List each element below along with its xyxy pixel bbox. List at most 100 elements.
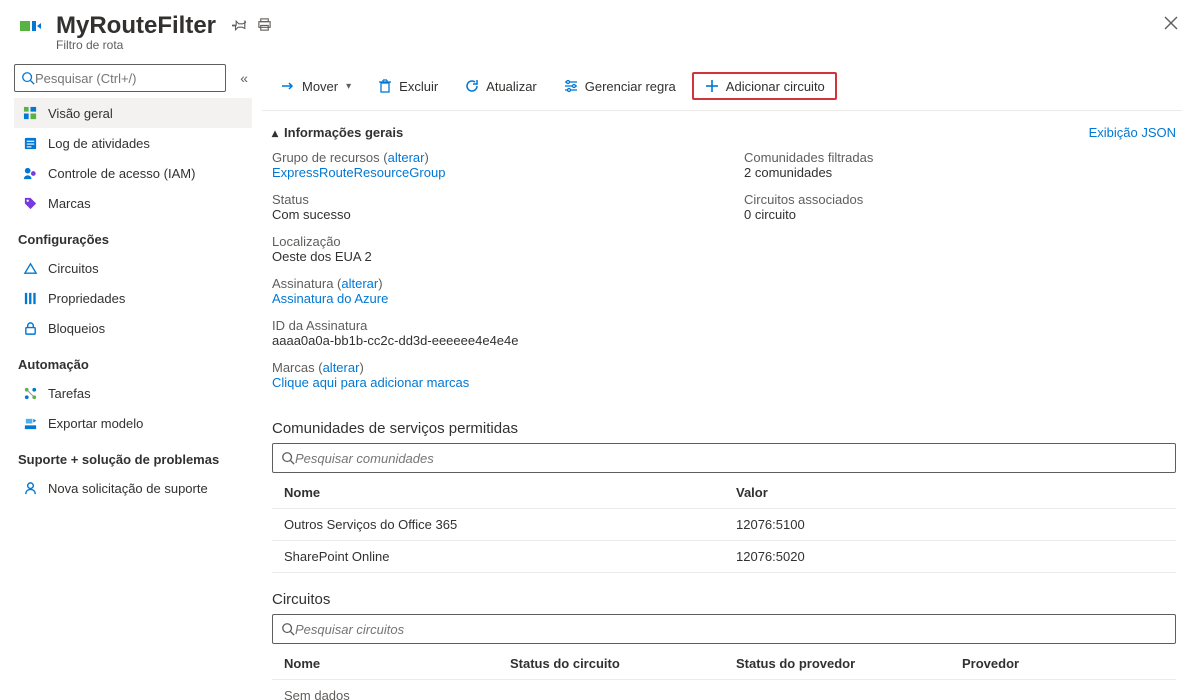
location-label: Localização (272, 234, 704, 249)
rg-value[interactable]: ExpressRouteResourceGroup (272, 165, 445, 180)
toolbar: Mover ▾ Excluir Atualizar Gerenciar regr… (262, 56, 1182, 111)
page-title: MyRouteFilter (56, 12, 216, 40)
chevron-up-icon: ▴ (272, 126, 278, 140)
sidebar-item-properties[interactable]: Propriedades (14, 283, 252, 313)
communities-value: 2 comunidades (744, 165, 1176, 180)
table-row[interactable]: Outros Serviços do Office 365 12076:5100 (272, 509, 1176, 541)
tag-icon (22, 195, 38, 211)
circuits-search-input[interactable] (295, 622, 1167, 637)
communities-col-value[interactable]: Valor (724, 477, 1176, 508)
community-name: Outros Serviços do Office 365 (272, 509, 724, 540)
subscription-label: Assinatura (alterar) (272, 276, 704, 291)
refresh-button[interactable]: Atualizar (454, 74, 547, 98)
sidebar-item-new-support-request[interactable]: Nova solicitação de suporte (14, 473, 252, 503)
sliders-icon (563, 78, 579, 94)
subscription-id-label: ID da Assinatura (272, 318, 704, 333)
search-icon (281, 451, 295, 465)
sidebar-item-locks[interactable]: Bloqueios (14, 313, 252, 343)
status-value: Com sucesso (272, 207, 704, 222)
pin-icon[interactable] (232, 17, 247, 35)
sub-change-link[interactable]: alterar (341, 276, 378, 291)
toolbar-label: Adicionar circuito (726, 79, 825, 94)
toolbar-label: Atualizar (486, 79, 537, 94)
tasks-icon (22, 385, 38, 401)
essentials-header[interactable]: ▴ Informações gerais Exibição JSON (272, 121, 1176, 150)
essentials-heading: Informações gerais (284, 125, 403, 140)
main-pane: Mover ▾ Excluir Atualizar Gerenciar regr… (262, 56, 1200, 700)
subscription-id-value: aaaa0a0a-bb1b-cc2c-dd3d-eeeeee4e4e4e (272, 333, 704, 348)
json-view-link[interactable]: Exibição JSON (1089, 125, 1176, 140)
page-subtitle: Filtro de rota (56, 38, 272, 52)
collapse-sidebar-icon[interactable]: « (236, 66, 252, 90)
sidebar-item-overview[interactable]: Visão geral (14, 98, 252, 128)
iam-icon (22, 165, 38, 181)
location-value: Oeste dos EUA 2 (272, 249, 704, 264)
sidebar-item-tags[interactable]: Marcas (14, 188, 252, 218)
communities-label: Comunidades filtradas (744, 150, 1176, 165)
search-input[interactable] (35, 71, 219, 86)
sidebar-item-label: Exportar modelo (48, 416, 143, 431)
circuits-col-provider-status[interactable]: Status do provedor (724, 648, 950, 679)
trash-icon (377, 78, 393, 94)
add-circuit-button[interactable]: Adicionar circuito (692, 72, 837, 100)
sidebar: « Visão geral Log de atividades Controle… (0, 56, 262, 700)
refresh-icon (464, 78, 480, 94)
sidebar-item-iam[interactable]: Controle de acesso (IAM) (14, 158, 252, 188)
circuits-col-provider[interactable]: Provedor (950, 648, 1176, 679)
properties-icon (22, 290, 38, 306)
sidebar-item-label: Log de atividades (48, 136, 150, 151)
tags-change-link[interactable]: alterar (323, 360, 360, 375)
sidebar-item-export-template[interactable]: Exportar modelo (14, 408, 252, 438)
allowed-communities-heading: Comunidades de serviços permitidas (272, 420, 1176, 437)
rg-label: Grupo de recursos (alterar) (272, 150, 704, 165)
circuits-col-name[interactable]: Nome (272, 648, 498, 679)
communities-col-name[interactable]: Nome (272, 477, 724, 508)
table-row[interactable]: SharePoint Online 12076:5020 (272, 541, 1176, 573)
toolbar-label: Gerenciar regra (585, 79, 676, 94)
manage-rule-button[interactable]: Gerenciar regra (553, 74, 686, 98)
circuits-empty: Sem dados (272, 680, 498, 700)
sidebar-item-label: Visão geral (48, 106, 113, 121)
sidebar-item-label: Bloqueios (48, 321, 105, 336)
circuits-table: Nome Status do circuito Status do proved… (272, 648, 1176, 700)
circuits-heading: Circuitos (272, 591, 1176, 608)
sidebar-item-activity-log[interactable]: Log de atividades (14, 128, 252, 158)
sidebar-item-label: Controle de acesso (IAM) (48, 166, 195, 181)
sidebar-item-label: Tarefas (48, 386, 91, 401)
community-value: 12076:5020 (724, 541, 1176, 572)
move-button[interactable]: Mover ▾ (270, 74, 361, 98)
close-icon[interactable] (1160, 12, 1182, 39)
table-row-empty: Sem dados (272, 680, 1176, 700)
delete-button[interactable]: Excluir (367, 74, 448, 98)
sidebar-section-automation: Automação (14, 343, 252, 378)
resource-type-icon (18, 14, 46, 42)
sidebar-item-label: Circuitos (48, 261, 99, 276)
communities-search-input[interactable] (295, 451, 1167, 466)
sidebar-item-tasks[interactable]: Tarefas (14, 378, 252, 408)
communities-table: Nome Valor Outros Serviços do Office 365… (272, 477, 1176, 573)
tags-value[interactable]: Clique aqui para adicionar marcas (272, 375, 469, 390)
header-text: MyRouteFilter Filtro de rota (56, 12, 272, 52)
sidebar-search[interactable] (14, 64, 226, 92)
associated-circuits-value: 0 circuito (744, 207, 1176, 222)
subscription-value[interactable]: Assinatura do Azure (272, 291, 388, 306)
sidebar-section-settings: Configurações (14, 218, 252, 253)
community-value: 12076:5100 (724, 509, 1176, 540)
grid-icon (22, 105, 38, 121)
chevron-down-icon: ▾ (346, 81, 351, 92)
circuit-icon (22, 260, 38, 276)
circuits-col-circuit-status[interactable]: Status do circuito (498, 648, 724, 679)
essentials-grid: Grupo de recursos (alterar) ExpressRoute… (272, 150, 1176, 402)
lock-icon (22, 320, 38, 336)
circuits-search[interactable] (272, 614, 1176, 644)
sidebar-section-support: Suporte + solução de problemas (14, 438, 252, 473)
blade-header: MyRouteFilter Filtro de rota (0, 0, 1200, 56)
sidebar-item-label: Propriedades (48, 291, 125, 306)
print-icon[interactable] (257, 17, 272, 35)
communities-search[interactable] (272, 443, 1176, 473)
sidebar-item-circuits[interactable]: Circuitos (14, 253, 252, 283)
toolbar-label: Excluir (399, 79, 438, 94)
rg-change-link[interactable]: alterar (388, 150, 425, 165)
tags-label: Marcas (alterar) (272, 360, 704, 375)
community-name: SharePoint Online (272, 541, 724, 572)
